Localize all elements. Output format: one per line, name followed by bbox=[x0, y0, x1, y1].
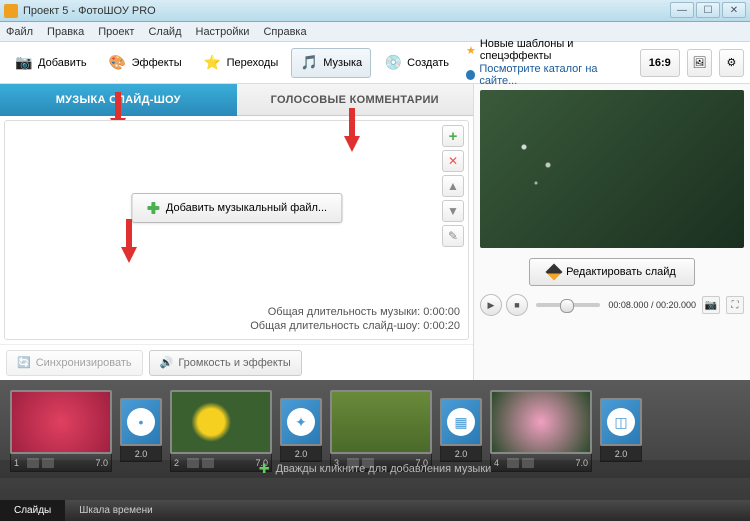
slide-thumbnail[interactable] bbox=[490, 390, 592, 454]
timeline: 17.0 •2.0 27.0 ✦2.0 37.0 ▦2.0 47.0 ◫2.0 … bbox=[0, 380, 750, 500]
slide-thumbnail[interactable] bbox=[170, 390, 272, 454]
add-track-button[interactable]: + bbox=[442, 125, 464, 147]
toolbar: 📷Добавить 🎨Эффекты ⭐Переходы 🎵Музыка 💿Со… bbox=[0, 42, 750, 84]
add-music-button[interactable]: Добавить музыкальный файл... bbox=[131, 193, 342, 223]
menu-file[interactable]: Файл bbox=[6, 26, 33, 38]
disc-icon: 💿 bbox=[384, 54, 402, 72]
play-button[interactable]: ▶ bbox=[480, 294, 502, 316]
edit-slide-button[interactable]: Редактировать слайд bbox=[529, 258, 695, 286]
pencil-icon bbox=[546, 264, 563, 281]
music-list: Добавить музыкальный файл... + ✕ ▲ ▼ ✎ bbox=[5, 121, 468, 301]
titlebar: Проект 5 - ФотоШОУ PRO — ☐ ✕ bbox=[0, 0, 750, 22]
star-icon: ★ bbox=[466, 44, 476, 57]
arrow-annotation bbox=[121, 247, 137, 263]
window-title: Проект 5 - ФотоШОУ PRO bbox=[23, 5, 156, 17]
menu-edit[interactable]: Правка bbox=[47, 26, 84, 38]
globe-icon bbox=[466, 70, 475, 80]
app-icon bbox=[4, 4, 18, 18]
slide-thumbnail[interactable] bbox=[10, 390, 112, 454]
effects-button[interactable]: 🎨Эффекты bbox=[100, 48, 191, 78]
sync-icon: 🔄 bbox=[17, 356, 31, 369]
add-button[interactable]: 📷Добавить bbox=[6, 48, 96, 78]
slides-tab[interactable]: Слайды bbox=[0, 500, 65, 521]
move-up-button[interactable]: ▲ bbox=[442, 175, 464, 197]
menu-project[interactable]: Проект bbox=[98, 26, 134, 38]
seek-slider[interactable] bbox=[536, 303, 600, 307]
duration-info: Общая длительность музыки: 0:00:00 Общая… bbox=[5, 301, 468, 339]
music-button[interactable]: 🎵Музыка bbox=[291, 48, 371, 78]
settings-button[interactable]: ⚙ bbox=[719, 49, 744, 77]
notes-icon: 🎵 bbox=[300, 54, 318, 72]
music-track-hint[interactable]: ✚Дважды кликните для добавления музыки bbox=[0, 460, 750, 478]
palette-icon: 🎨 bbox=[109, 54, 127, 72]
volume-button[interactable]: 🔊Громкость и эффекты bbox=[149, 350, 302, 376]
menu-help[interactable]: Справка bbox=[263, 26, 306, 38]
transitions-button[interactable]: ⭐Переходы bbox=[195, 48, 288, 78]
close-button[interactable]: ✕ bbox=[722, 2, 746, 18]
plus-icon: ✚ bbox=[259, 461, 270, 477]
footer-tabs: Слайды Шкала времени bbox=[0, 500, 750, 521]
create-button[interactable]: 💿Создать bbox=[375, 48, 458, 78]
slide-thumbnail[interactable] bbox=[330, 390, 432, 454]
camera-icon: 📷 bbox=[15, 54, 33, 72]
transition-icon: • bbox=[127, 408, 155, 436]
menu-slide[interactable]: Слайд bbox=[148, 26, 181, 38]
promo-block: ★Новые шаблоны и спецэффекты Посмотрите … bbox=[466, 38, 628, 87]
music-content: Добавить музыкальный файл... + ✕ ▲ ▼ ✎ О… bbox=[4, 120, 469, 340]
menu-settings[interactable]: Настройки bbox=[196, 26, 250, 38]
maximize-button[interactable]: ☐ bbox=[696, 2, 720, 18]
move-down-button[interactable]: ▼ bbox=[442, 200, 464, 222]
plus-icon bbox=[146, 201, 160, 215]
menubar: Файл Правка Проект Слайд Настройки Справ… bbox=[0, 22, 750, 42]
arrow-annotation bbox=[344, 136, 360, 152]
stop-button[interactable]: ■ bbox=[506, 294, 528, 316]
star-icon: ⭐ bbox=[204, 54, 222, 72]
edit-track-button[interactable]: ✎ bbox=[442, 225, 464, 247]
left-panel: МУЗЫКА СЛАЙД-ШОУ ГОЛОСОВЫЕ КОММЕНТАРИИ Д… bbox=[0, 84, 474, 380]
image-icon: 🖼 bbox=[692, 56, 706, 69]
sync-button[interactable]: 🔄Синхронизировать bbox=[6, 350, 143, 376]
preview-viewport[interactable] bbox=[480, 90, 744, 248]
preview-panel: Редактировать слайд ▶ ■ 00:08.000 / 00:2… bbox=[474, 84, 750, 380]
gear-icon: ⚙ bbox=[727, 56, 737, 69]
aspect-ratio-button[interactable]: 16:9 bbox=[640, 49, 680, 77]
tab-music[interactable]: МУЗЫКА СЛАЙД-ШОУ bbox=[0, 84, 237, 116]
timeline-tab[interactable]: Шкала времени bbox=[65, 500, 166, 521]
minimize-button[interactable]: — bbox=[670, 2, 694, 18]
display-mode-button[interactable]: 🖼 bbox=[687, 49, 712, 77]
speaker-icon: 🔊 bbox=[160, 356, 174, 369]
remove-track-button[interactable]: ✕ bbox=[442, 150, 464, 172]
snapshot-button[interactable]: 📷 bbox=[702, 296, 720, 314]
fullscreen-button[interactable]: ⛶ bbox=[726, 296, 744, 314]
time-display: 00:08.000 / 00:20.000 bbox=[608, 300, 696, 310]
